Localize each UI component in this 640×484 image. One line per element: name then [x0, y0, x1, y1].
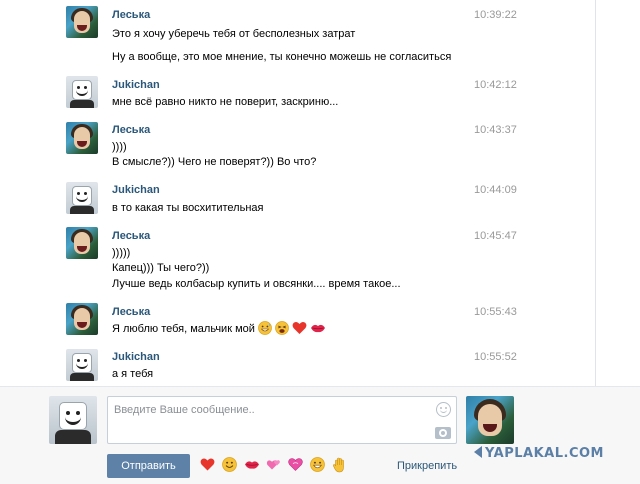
avatar-leska[interactable]: [66, 6, 98, 38]
message-author[interactable]: Леська: [112, 124, 150, 136]
avatar-jukichan[interactable]: [66, 182, 98, 214]
attach-link[interactable]: Прикрепить: [397, 460, 457, 472]
avatar-jukichan[interactable]: [66, 349, 98, 381]
kiss-lips-emoji: [311, 324, 326, 333]
message-text-body: Я люблю тебя, мальчик мой: [112, 323, 255, 335]
message-text: а я тебя: [112, 368, 154, 380]
message-text: В смысле?)) Чего не поверят?)) Во что?: [112, 156, 317, 168]
peer-avatar[interactable]: [466, 396, 514, 444]
tired-face-emoji: [275, 321, 289, 335]
grin-icon[interactable]: [310, 457, 325, 472]
message-author[interactable]: Леська: [112, 9, 150, 21]
message-text: в то какая ты восхитительная: [112, 202, 264, 214]
message-time: 10:55:52: [474, 351, 517, 363]
pink-hearts-icon[interactable]: [266, 457, 282, 472]
raised-hand-icon[interactable]: [332, 457, 347, 473]
message-time: 10:39:22: [474, 9, 517, 21]
message-text: Ну а вообще, это мое мнение, ты конечно …: [112, 51, 452, 63]
avatar-leska[interactable]: [66, 227, 98, 259]
message-history: Леська 10:39:22 Это я хочу уберечь тебя …: [0, 0, 596, 386]
message-author[interactable]: Леська: [112, 230, 150, 242]
my-avatar[interactable]: [49, 396, 97, 444]
smile-icon[interactable]: [222, 457, 237, 472]
message-author[interactable]: Jukichan: [112, 351, 160, 363]
message-text: )))): [112, 141, 127, 153]
message-text: Капец))) Ты чего?)): [112, 262, 210, 274]
avatar-jukichan[interactable]: [66, 76, 98, 108]
message-input[interactable]: [114, 402, 424, 418]
heart-eyes-icon[interactable]: [288, 457, 303, 472]
watermark-arrow-icon: [474, 446, 482, 458]
message-text: Я люблю тебя, мальчик мой: [112, 321, 326, 335]
kiss-lips-icon[interactable]: [244, 457, 260, 472]
message-text: мне всё равно никто не поверит, заскриню…: [112, 96, 339, 108]
watermark-text: YAPLAKAL.COM: [485, 446, 604, 461]
message-time: 10:55:43: [474, 306, 517, 318]
message-author[interactable]: Jukichan: [112, 184, 160, 196]
message-time: 10:42:12: [474, 79, 517, 91]
red-heart-emoji: [292, 322, 307, 334]
message-text: ))))): [112, 247, 131, 259]
message-author[interactable]: Леська: [112, 306, 150, 318]
send-button[interactable]: Отправить: [107, 454, 190, 478]
avatar-leska[interactable]: [66, 122, 98, 154]
camera-icon[interactable]: [435, 427, 451, 439]
emoji-picker-icon[interactable]: [436, 402, 451, 417]
sweat-smile-emoji: [258, 321, 272, 335]
message-author[interactable]: Jukichan: [112, 79, 160, 91]
watermark: YAPLAKAL.COM: [474, 446, 604, 461]
message-text: Лучше ведь колбасыр купить и овсянки....…: [112, 278, 401, 290]
message-time: 10:43:37: [474, 124, 517, 136]
message-composer: Отправить Прикрепить: [0, 386, 640, 484]
message-text: Это я хочу уберечь тебя от бесполезных з…: [112, 28, 356, 40]
red-heart-icon[interactable]: [200, 457, 215, 472]
message-field[interactable]: [107, 396, 457, 444]
message-time: 10:45:47: [474, 230, 517, 242]
message-time: 10:44:09: [474, 184, 517, 196]
avatar-leska[interactable]: [66, 303, 98, 335]
